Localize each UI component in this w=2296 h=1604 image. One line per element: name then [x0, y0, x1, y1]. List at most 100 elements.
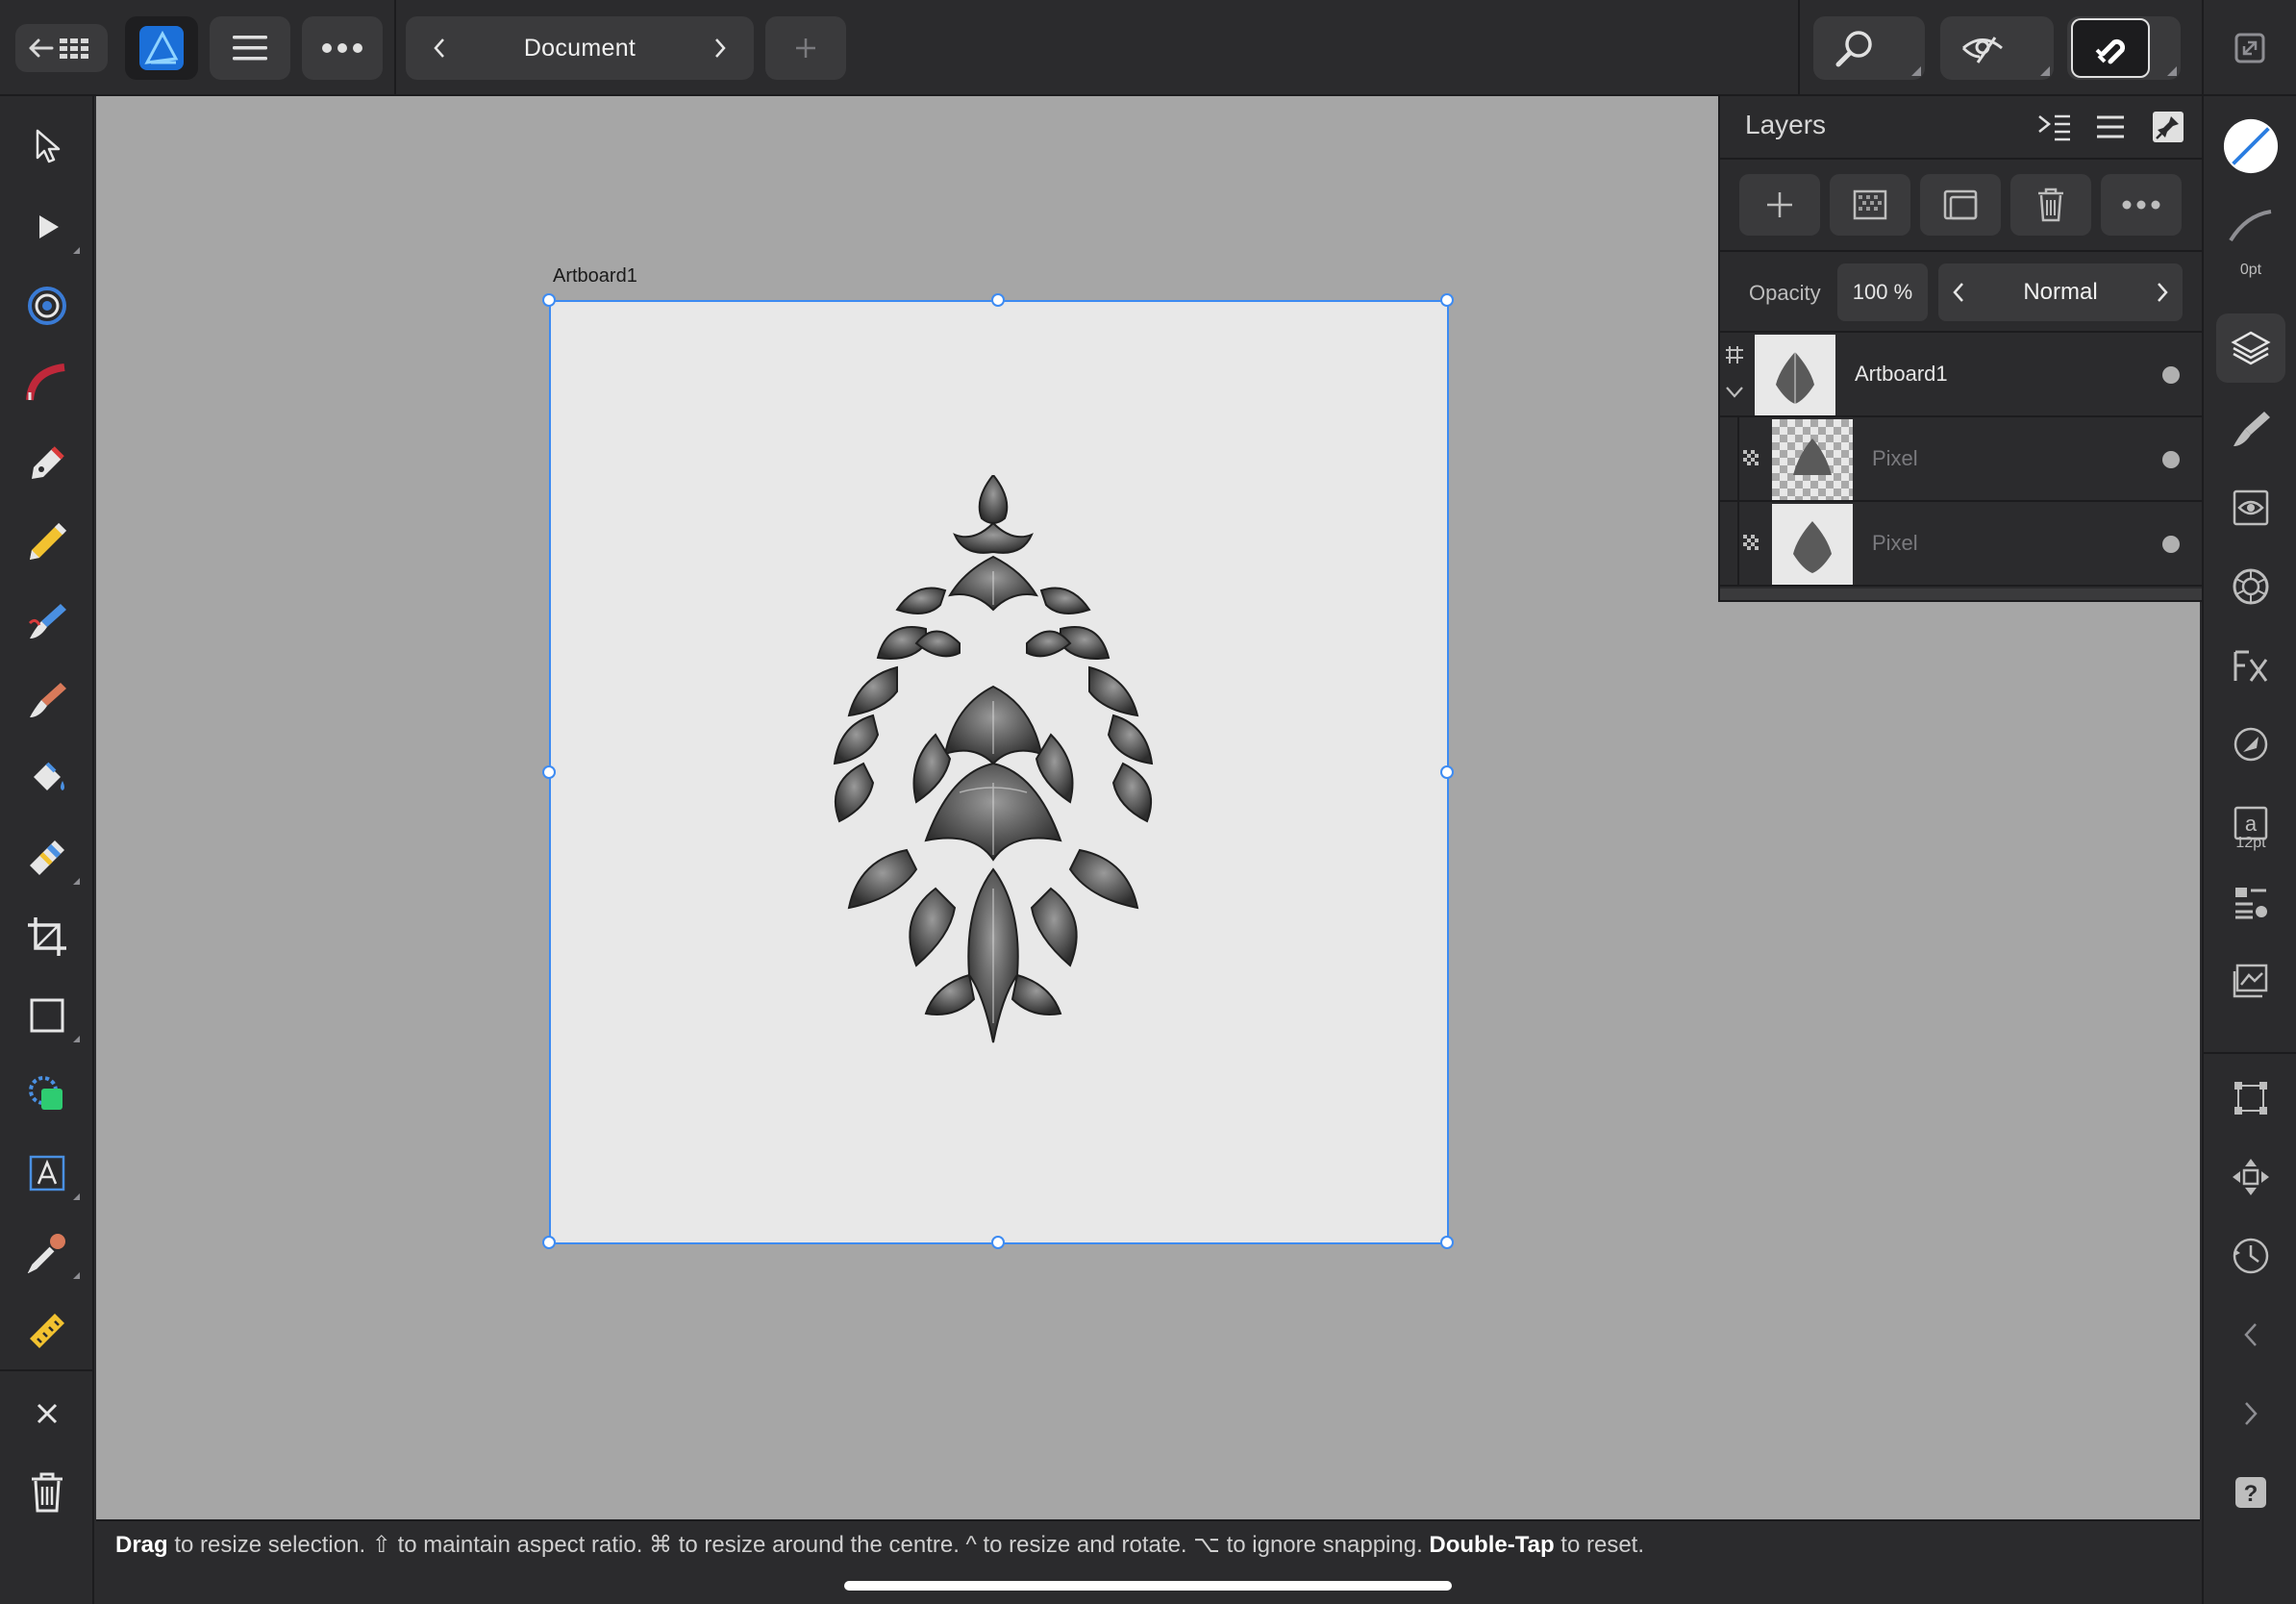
- styles-studio-button[interactable]: [2222, 715, 2280, 773]
- resize-handle-bottom-right[interactable]: [1440, 1236, 1454, 1249]
- resize-handle-left[interactable]: [542, 765, 556, 779]
- expand-studio-button[interactable]: [2222, 1385, 2280, 1442]
- tools-divider: [0, 1369, 94, 1371]
- fill-tool[interactable]: [18, 750, 76, 808]
- layer-more-button[interactable]: [2101, 174, 2182, 236]
- text-frame-studio-button[interactable]: [2222, 873, 2280, 931]
- styles-icon: [2234, 727, 2268, 762]
- color-wheel-icon: [2233, 568, 2269, 605]
- add-mask-layer-button[interactable]: [1830, 174, 1910, 236]
- chevron-right-icon: [715, 38, 726, 58]
- resize-handle-top-left[interactable]: [542, 293, 556, 307]
- pixel-layer-type-icon: [1743, 450, 1759, 465]
- snapping-button[interactable]: [2067, 16, 2181, 80]
- pin-panel-button[interactable]: [2149, 108, 2187, 146]
- brushes-studio-button[interactable]: [2222, 400, 2280, 458]
- layers-options-button[interactable]: [2035, 108, 2074, 146]
- resize-handle-right[interactable]: [1440, 765, 1454, 779]
- collapse-studio-button[interactable]: [2222, 1306, 2280, 1364]
- assets-icon: [2233, 964, 2268, 998]
- pencil-tool[interactable]: [18, 514, 76, 571]
- visibility-toggle[interactable]: [2162, 366, 2180, 384]
- resize-handle-bottom[interactable]: [991, 1236, 1005, 1249]
- artistic-text-tool[interactable]: [18, 1144, 80, 1202]
- pen-tool[interactable]: [18, 435, 76, 492]
- chevron-right-icon[interactable]: [2156, 282, 2169, 303]
- more-options-button[interactable]: [302, 16, 383, 80]
- artboard-label[interactable]: Artboard1: [553, 265, 637, 288]
- transform-icon: [2234, 1082, 2267, 1115]
- opacity-blend-row: Opacity 100 % Normal: [1720, 252, 2202, 333]
- chevron-left-icon[interactable]: [1952, 282, 1965, 303]
- fullscreen-button[interactable]: [2221, 16, 2279, 80]
- effects-studio-button[interactable]: [2222, 637, 2280, 694]
- rectangle-tool-icon: [30, 998, 64, 1033]
- history-studio-button[interactable]: [2222, 1227, 2280, 1285]
- appearance-studio-button[interactable]: [2222, 479, 2280, 537]
- fill-tool-icon: [34, 762, 64, 790]
- layer-row-pixel[interactable]: Pixel: [1720, 502, 2202, 587]
- next-document-button[interactable]: [706, 34, 735, 63]
- color-picker-icon: [27, 1234, 65, 1273]
- stroke-width-button[interactable]: [2222, 196, 2280, 254]
- resize-handle-top-right[interactable]: [1440, 293, 1454, 307]
- tools-panel: [0, 96, 94, 1604]
- add-layer-button[interactable]: [1739, 174, 1820, 236]
- brush-icon: [30, 683, 66, 717]
- hamburger-menu-icon: [233, 36, 267, 61]
- zoom-button[interactable]: [1813, 16, 1925, 80]
- rectangle-tool[interactable]: [18, 987, 80, 1044]
- app-window: Document Artboard1 Drag to resize select…: [0, 0, 2296, 1604]
- artboard[interactable]: [542, 293, 1454, 1249]
- document-title[interactable]: Document: [524, 35, 636, 63]
- view-mode-button[interactable]: [1940, 16, 2054, 80]
- corner-tool[interactable]: [18, 277, 76, 335]
- node-tool[interactable]: [18, 198, 80, 256]
- layers-menu-button[interactable]: [2091, 108, 2130, 146]
- layer-row-pixel[interactable]: Pixel: [1720, 417, 2202, 502]
- transparency-tool[interactable]: [18, 829, 80, 887]
- color-studio-button[interactable]: [2222, 558, 2280, 615]
- resize-handle-bottom-left[interactable]: [542, 1236, 556, 1249]
- paint-brush-tool[interactable]: [18, 671, 76, 729]
- thumbnail-motif: [1793, 521, 1832, 573]
- plus-icon: [1767, 192, 1792, 217]
- layers-studio-button[interactable]: [2216, 313, 2285, 383]
- home-indicator[interactable]: [844, 1581, 1452, 1591]
- toolbar-divider: [1798, 0, 1800, 96]
- layers-panel-resize-bar[interactable]: [1720, 589, 2202, 600]
- blend-mode-selector[interactable]: Normal: [1938, 263, 2183, 321]
- resize-handle-top[interactable]: [991, 293, 1005, 307]
- visibility-toggle[interactable]: [2162, 451, 2180, 468]
- corner-tool-icon: [28, 287, 66, 325]
- zoom-options-indicator: [1911, 66, 1921, 76]
- delete-button[interactable]: [18, 1464, 76, 1521]
- transform-studio-button[interactable]: [2222, 1069, 2280, 1127]
- assets-studio-button[interactable]: [2222, 952, 2280, 1010]
- add-group-button[interactable]: [1920, 174, 2001, 236]
- delete-layer-button[interactable]: [2010, 174, 2091, 236]
- help-button[interactable]: ?: [2222, 1464, 2280, 1521]
- expand-chevron-icon[interactable]: [1724, 385, 1745, 400]
- fill-stroke-swatch[interactable]: [2222, 117, 2280, 175]
- cancel-button[interactable]: [18, 1385, 76, 1442]
- color-picker-tool[interactable]: [18, 1223, 80, 1281]
- previous-document-button[interactable]: [425, 34, 454, 63]
- crop-tool[interactable]: [18, 908, 76, 965]
- new-document-button[interactable]: [765, 16, 846, 80]
- expand-right-icon: [2245, 1402, 2258, 1425]
- move-tool[interactable]: [18, 117, 76, 175]
- layer-row-artboard[interactable]: Artboard1: [1720, 333, 2202, 417]
- main-menu-button[interactable]: [210, 16, 290, 80]
- back-grid-icon: [29, 38, 88, 59]
- measure-tool[interactable]: [18, 1302, 76, 1360]
- pencil-curve-tool[interactable]: [18, 356, 76, 414]
- back-to-documents-button[interactable]: [15, 24, 108, 72]
- navigator-studio-button[interactable]: [2222, 1148, 2280, 1206]
- layers-panel-title: Layers: [1745, 110, 1827, 139]
- opacity-field[interactable]: 100 %: [1837, 263, 1928, 321]
- visibility-toggle[interactable]: [2162, 536, 2180, 553]
- app-persona-button[interactable]: [125, 16, 198, 80]
- shape-builder-tool[interactable]: [18, 1065, 76, 1123]
- vector-brush-tool[interactable]: [18, 592, 76, 650]
